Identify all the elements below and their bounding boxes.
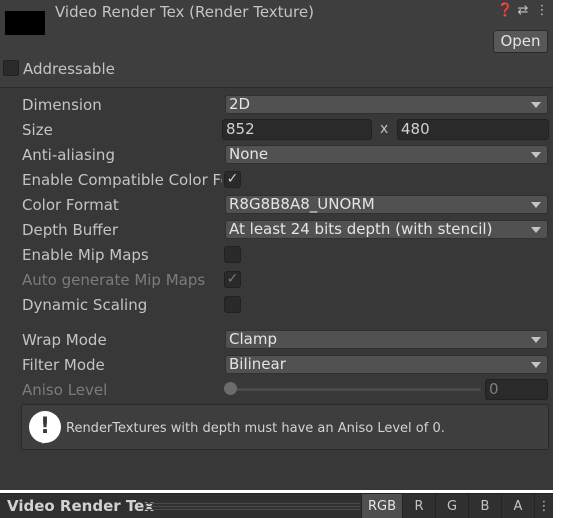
- color-format-value: R8G8B8A8_UNORM: [229, 195, 375, 213]
- chevron-down-icon: [531, 227, 541, 233]
- aniso-slider-handle: [224, 382, 237, 395]
- depth-buffer-dropdown[interactable]: At least 24 bits depth (with stencil): [225, 220, 548, 239]
- channel-r-button[interactable]: R: [402, 494, 435, 518]
- warning-icon-tail: [38, 435, 48, 444]
- dimension-label: Dimension: [22, 96, 102, 114]
- asset-title: Video Render Tex (Render Texture): [55, 3, 314, 21]
- auto-mip-checkbox: ✓: [224, 271, 241, 288]
- drag-handle[interactable]: [145, 503, 360, 510]
- preview-toolbar: Video Render Tex RGB R G B A ⋮: [0, 493, 553, 518]
- wrap-mode-value: Clamp: [229, 330, 277, 348]
- window-edge: [553, 0, 564, 518]
- help-message: RenderTextures with depth must have an A…: [66, 421, 445, 436]
- preset-icon[interactable]: ⇄: [516, 3, 530, 19]
- compatible-color-checkbox[interactable]: ✓: [224, 171, 241, 188]
- aniso-level-field: 0: [485, 379, 548, 400]
- chevron-down-icon: [531, 202, 541, 208]
- channel-b-button[interactable]: B: [468, 494, 501, 518]
- chevron-down-icon: [531, 337, 541, 343]
- wrap-mode-label: Wrap Mode: [22, 331, 107, 349]
- chevron-down-icon: [531, 102, 541, 108]
- filter-mode-value: Bilinear: [229, 355, 286, 373]
- addressable-checkbox[interactable]: [3, 60, 19, 76]
- help-icon[interactable]: ❓: [497, 3, 513, 19]
- auto-mip-label: Auto generate Mip Maps: [22, 271, 206, 289]
- inspector-panel: Video Render Tex (Render Texture) ❓ ⇄ ⋮ …: [0, 0, 553, 490]
- help-box: ! RenderTextures with depth must have an…: [21, 404, 549, 450]
- chevron-down-icon: [531, 152, 541, 158]
- dimension-value: 2D: [229, 95, 251, 113]
- chevron-down-icon: [531, 362, 541, 368]
- aniso-level-label: Aniso Level: [22, 381, 108, 399]
- channel-g-button[interactable]: G: [435, 494, 468, 518]
- filter-mode-label: Filter Mode: [22, 356, 105, 374]
- size-width-field[interactable]: 852: [222, 119, 372, 140]
- aniso-slider-track: [229, 388, 481, 391]
- mip-maps-label: Enable Mip Maps: [22, 246, 149, 264]
- inspector-header: Video Render Tex (Render Texture) ❓ ⇄ ⋮ …: [0, 0, 553, 88]
- anti-aliasing-label: Anti-aliasing: [22, 146, 115, 164]
- depth-buffer-label: Depth Buffer: [22, 221, 118, 239]
- size-height-field[interactable]: 480: [397, 119, 549, 140]
- size-x-label: x: [380, 121, 389, 137]
- open-button[interactable]: Open: [493, 30, 548, 53]
- kebab-icon[interactable]: ⋮: [535, 3, 549, 19]
- filter-mode-dropdown[interactable]: Bilinear: [225, 355, 548, 374]
- anti-aliasing-value: None: [229, 145, 269, 163]
- size-label: Size: [22, 121, 53, 139]
- dynamic-scaling-label: Dynamic Scaling: [22, 296, 148, 314]
- preview-title: Video Render Tex: [7, 497, 154, 515]
- depth-buffer-value: At least 24 bits depth (with stencil): [229, 220, 493, 238]
- addressable-label: Addressable: [23, 60, 115, 78]
- compatible-color-label: Enable Compatible Color Fo: [22, 171, 222, 189]
- color-format-dropdown[interactable]: R8G8B8A8_UNORM: [225, 195, 548, 214]
- dynamic-scaling-checkbox[interactable]: [224, 296, 241, 313]
- wrap-mode-dropdown[interactable]: Clamp: [225, 330, 548, 349]
- anti-aliasing-dropdown[interactable]: None: [225, 145, 548, 164]
- color-format-label: Color Format: [22, 196, 119, 214]
- channel-a-button[interactable]: A: [501, 494, 534, 518]
- mip-maps-checkbox[interactable]: [224, 246, 241, 263]
- channel-rgb-button[interactable]: RGB: [361, 494, 402, 518]
- texture-thumbnail: [5, 11, 45, 35]
- preview-menu-button[interactable]: ⋮: [534, 494, 553, 518]
- dimension-dropdown[interactable]: 2D: [225, 95, 548, 114]
